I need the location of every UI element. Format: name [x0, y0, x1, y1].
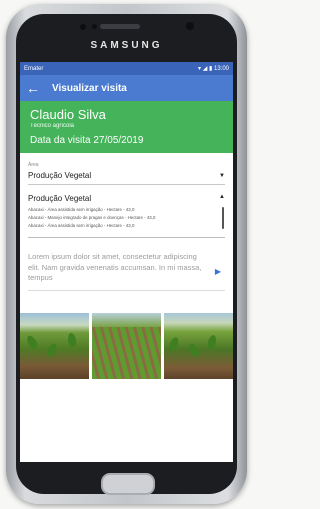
camera-dot [92, 24, 97, 29]
production-title: Produção Vegetal [28, 194, 92, 203]
play-icon[interactable]: ▶ [215, 267, 221, 278]
leaf-shape [25, 333, 39, 350]
production-item: Abacaxi - Área assistida sem irrigação -… [28, 207, 135, 212]
crop-photo[interactable] [164, 312, 233, 379]
technician-name: Claudio Silva [30, 107, 106, 122]
divider [28, 237, 225, 238]
description-text: Lorem ipsum dolor sit amet, consectetur … [28, 252, 202, 282]
area-selected-value: Produção Vegetal [28, 171, 92, 180]
crop-photo[interactable] [92, 312, 161, 379]
leaf-shape [206, 333, 218, 350]
camera-front [186, 22, 194, 30]
items-scrollbar[interactable] [222, 207, 224, 229]
production-group-header[interactable]: Produção Vegetal ▲ [28, 194, 225, 203]
leaf-shape [66, 331, 78, 348]
leaf-shape [187, 341, 201, 358]
crop-photo[interactable] [20, 312, 89, 379]
screen: Emater ▾ ◢ ▮ 13:00 ← Visualizar visita C… [20, 62, 233, 462]
status-bar: Emater ▾ ◢ ▮ 13:00 [20, 62, 233, 75]
status-icons: ▾ ◢ ▮ 13:00 [198, 65, 229, 72]
production-group: Produção Vegetal ▲ Abacaxi - Área assist… [28, 194, 225, 238]
leaf-shape [45, 341, 59, 358]
device-brand: SAMSUNG [90, 40, 163, 51]
chevron-down-icon: ▼ [219, 172, 225, 179]
description-underline [28, 289, 225, 291]
home-button[interactable] [101, 473, 155, 495]
visit-description: Lorem ipsum dolor sit amet, consectetur … [28, 252, 225, 284]
area-select[interactable]: Produção Vegetal ▼ [28, 168, 225, 185]
visit-content: Área Produção Vegetal ▼ Produção Vegetal… [20, 162, 233, 291]
camera-left [80, 24, 86, 30]
back-arrow-icon[interactable]: ← [26, 80, 40, 96]
visit-date: Data da visita 27/05/2019 [30, 135, 144, 146]
production-items: Abacaxi - Área assistida sem irrigação -… [28, 206, 225, 230]
production-item: Abacaxi - Área assistida sem irrigação -… [28, 223, 135, 228]
app-bar: ← Visualizar visita [20, 75, 233, 101]
visit-header: Claudio Silva Técnico agrícola Data da v… [20, 101, 233, 153]
production-item: Abacaxi - Manejo integrado de pragas e d… [28, 215, 156, 220]
carrier-label: Emater [24, 65, 44, 72]
clock: 13:00 [213, 66, 229, 72]
leaf-shape [167, 335, 181, 352]
signal-icons: ▾ ◢ ▮ [198, 66, 213, 72]
chevron-up-icon: ▲ [219, 194, 225, 200]
technician-role: Técnico agrícola [30, 123, 75, 129]
photo-gallery [20, 312, 233, 379]
speaker [100, 24, 140, 29]
page-title: Visualizar visita [52, 82, 127, 94]
